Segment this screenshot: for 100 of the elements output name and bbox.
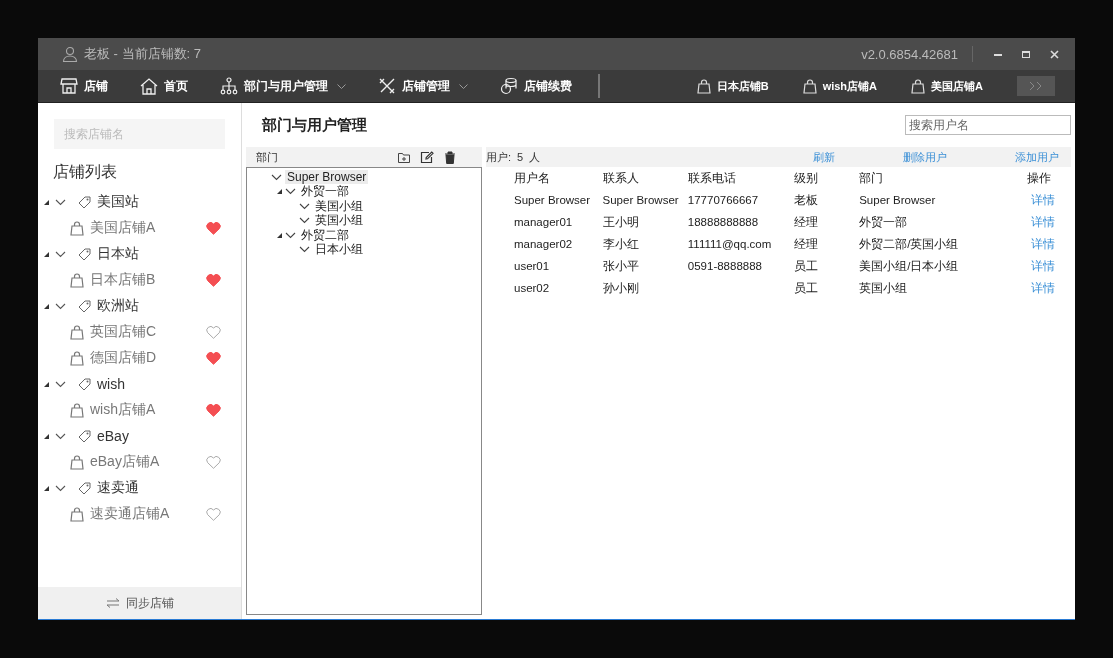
menu-item[interactable]: 店铺续费 — [500, 77, 572, 95]
add-folder-icon[interactable] — [398, 151, 410, 163]
user-count-unit: 人 — [529, 149, 541, 165]
menu-item[interactable]: 首页 — [140, 77, 188, 95]
table-cell: 17770766667 — [687, 194, 759, 206]
shop-item[interactable]: 美国店铺A — [90, 219, 200, 237]
shop-tab[interactable]: wish店铺A — [802, 78, 878, 94]
column-header: 联系电话 — [687, 167, 795, 189]
shopping-bag-icon — [70, 402, 84, 418]
column-header: 联系人 — [602, 167, 688, 189]
shop-tab[interactable]: 日本店铺B — [696, 78, 769, 94]
sync-shops-button[interactable]: 同步店铺 — [38, 587, 241, 619]
expand-triangle-icon[interactable] — [44, 485, 49, 491]
chevron-icon[interactable] — [55, 484, 66, 492]
table-cell: 外贸一部 — [859, 215, 908, 228]
column-header: 级别 — [794, 167, 860, 189]
tag-icon — [78, 377, 91, 391]
department-header: 部门 — [256, 149, 279, 165]
expand-triangle-icon[interactable] — [44, 199, 49, 205]
table-cell: 美国小组/日本小组 — [859, 259, 959, 272]
shop-group-label[interactable]: 速卖通 — [97, 479, 139, 497]
table-cell: user02 — [514, 282, 550, 294]
shopping-bag-icon — [70, 506, 84, 522]
tag-icon — [78, 299, 91, 313]
details-link[interactable]: 详情 — [1031, 257, 1056, 275]
column-header: 用户名 — [514, 167, 603, 189]
favorite-heart-icon[interactable] — [206, 221, 221, 235]
table-cell: 0591-8888888 — [687, 260, 762, 272]
edit-icon[interactable] — [420, 150, 434, 164]
menu-item[interactable]: 店铺管理 — [378, 77, 468, 95]
details-link[interactable]: 详情 — [1031, 213, 1056, 231]
shop-group-label[interactable]: eBay — [97, 428, 129, 444]
swap-arrows-icon — [105, 598, 120, 608]
shop-item[interactable]: 德国店铺D — [90, 349, 200, 367]
department-node[interactable]: 日本小组 — [313, 241, 365, 259]
expand-triangle-icon[interactable] — [44, 433, 49, 439]
expand-triangle-icon[interactable] — [277, 232, 282, 238]
double-chevron-icon — [1028, 81, 1044, 91]
chevron-icon[interactable] — [55, 432, 66, 440]
shop-group-label[interactable]: 欧洲站 — [97, 297, 139, 315]
shop-tab[interactable]: 美国店铺A — [911, 78, 983, 94]
favorite-heart-icon[interactable] — [206, 351, 221, 365]
shop-item[interactable]: 速卖通店铺A — [90, 505, 200, 523]
close-icon — [1049, 49, 1059, 59]
chevron-icon[interactable] — [55, 198, 66, 206]
coins-icon — [500, 77, 518, 95]
shopping-bag-icon — [70, 324, 84, 340]
user-count-label: 用户: — [486, 149, 512, 165]
shop-item[interactable]: 日本店铺B — [90, 271, 200, 289]
chevron-icon[interactable] — [271, 173, 282, 181]
shop-list-title: 店铺列表 — [53, 162, 118, 182]
expand-triangle-icon[interactable] — [277, 189, 282, 195]
page-title: 部门与用户管理 — [262, 115, 368, 135]
expand-triangle-icon[interactable] — [44, 251, 49, 257]
shop-item[interactable]: 英国店铺C — [90, 323, 200, 341]
table-cell: 经理 — [794, 215, 819, 228]
shopping-bag-icon — [696, 78, 711, 94]
chevron-icon[interactable] — [285, 231, 296, 239]
user-search-field[interactable]: 搜索用户名 — [905, 115, 1071, 135]
delete-icon[interactable] — [444, 150, 456, 164]
table-cell: manager01 — [514, 216, 573, 228]
details-link[interactable]: 详情 — [1031, 279, 1056, 297]
shopping-bag-icon — [70, 220, 84, 236]
department-node[interactable]: Super Browser — [285, 170, 369, 185]
chevron-icon[interactable] — [285, 188, 296, 196]
menu-item[interactable]: 部门与用户管理 — [220, 77, 346, 95]
column-header: 部门 — [859, 167, 1028, 189]
chevron-icon[interactable] — [55, 380, 66, 388]
details-link[interactable]: 详情 — [1031, 235, 1056, 253]
maximize-icon — [1022, 50, 1030, 58]
chevron-icon[interactable] — [55, 250, 66, 258]
menu-item[interactable]: 店铺 — [60, 77, 108, 95]
table-cell: 张小平 — [602, 259, 639, 272]
table-cell: 111111@qq.com — [687, 238, 772, 250]
shop-item[interactable]: eBay店铺A — [90, 453, 200, 471]
column-header: 操作 — [1027, 170, 1053, 186]
table-cell: 英国小组 — [859, 281, 908, 294]
favorite-heart-icon[interactable] — [206, 273, 221, 287]
shopping-bag-icon — [70, 350, 84, 366]
table-cell: manager02 — [514, 238, 573, 250]
table-cell: Super Browser — [602, 194, 679, 206]
shop-group-label[interactable]: 日本站 — [97, 245, 139, 263]
favorite-heart-icon[interactable] — [206, 403, 221, 417]
table-cell: Super Browser — [859, 194, 936, 206]
table-cell: 员工 — [794, 281, 819, 294]
shop-group-label[interactable]: wish — [97, 376, 125, 392]
minimize-icon — [994, 52, 1002, 56]
home-icon — [140, 77, 158, 95]
shop-group-label[interactable]: 美国站 — [97, 193, 139, 211]
chevron-icon[interactable] — [55, 302, 66, 310]
chevron-icon[interactable] — [299, 202, 310, 210]
table-cell: user01 — [514, 260, 550, 272]
shopping-bag-icon — [911, 78, 926, 94]
chevron-icon[interactable] — [299, 246, 310, 254]
expand-triangle-icon[interactable] — [44, 303, 49, 309]
chevron-icon[interactable] — [299, 217, 310, 225]
expand-triangle-icon[interactable] — [44, 381, 49, 387]
details-link[interactable]: 详情 — [1031, 191, 1056, 209]
shop-item[interactable]: wish店铺A — [90, 401, 200, 419]
storefront-icon — [60, 77, 78, 95]
